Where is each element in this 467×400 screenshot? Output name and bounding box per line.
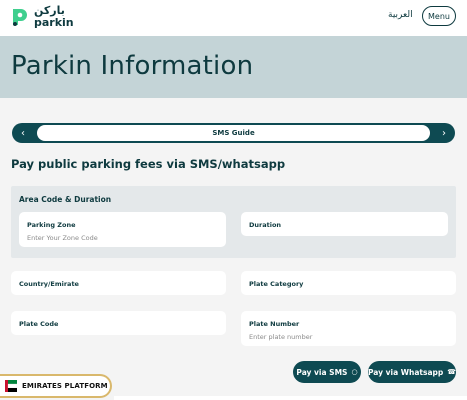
whatsapp-icon: ☎ bbox=[447, 368, 456, 376]
menu-button[interactable]: Menu bbox=[422, 6, 456, 26]
plate-number-label: Plate Number bbox=[249, 320, 300, 328]
pay-via-whatsapp-button[interactable]: Pay via Whatsapp ☎ bbox=[368, 361, 456, 383]
duration-label: Duration bbox=[249, 221, 282, 229]
plate-number-input[interactable] bbox=[249, 333, 429, 341]
emirates-flag-icon bbox=[5, 380, 17, 392]
section-heading: Pay public parking fees via SMS/whatsapp bbox=[11, 157, 286, 171]
tab-sms-guide[interactable]: SMS Guide bbox=[37, 125, 430, 141]
pay-whatsapp-label: Pay via Whatsapp bbox=[368, 367, 444, 377]
chevron-left-icon[interactable]: ‹ bbox=[12, 123, 34, 143]
chevron-right-icon[interactable]: › bbox=[433, 123, 455, 143]
guide-carousel: ‹ SMS Guide › bbox=[12, 123, 455, 143]
language-toggle-link[interactable]: العربية bbox=[388, 10, 413, 20]
parkin-logo[interactable]: باركن parkin bbox=[10, 4, 74, 30]
parking-zone-field: Parking Zone bbox=[19, 212, 226, 247]
site-header: باركن parkin العربية Menu bbox=[0, 0, 467, 36]
emirates-platform-label: EMIRATES PLATFORM bbox=[22, 382, 108, 390]
area-group-title: Area Code & Duration bbox=[19, 195, 112, 204]
logo-english-text: parkin bbox=[34, 16, 74, 29]
sms-icon: ○ bbox=[351, 368, 358, 376]
plate-category-label: Plate Category bbox=[249, 280, 304, 288]
pay-via-sms-button[interactable]: Pay via SMS ○ bbox=[293, 361, 361, 383]
duration-field[interactable]: Duration bbox=[241, 212, 448, 236]
plate-number-field: Plate Number bbox=[241, 311, 456, 346]
pay-sms-label: Pay via SMS bbox=[296, 367, 348, 377]
parking-zone-label: Parking Zone bbox=[27, 221, 76, 229]
footer-strip bbox=[114, 396, 467, 400]
plate-code-field[interactable]: Plate Code bbox=[11, 311, 226, 335]
page-banner: Parkin Information bbox=[0, 36, 467, 98]
emirates-platform-badge[interactable]: EMIRATES PLATFORM bbox=[0, 374, 112, 398]
page-title: Parkin Information bbox=[11, 51, 254, 81]
plate-category-field[interactable]: Plate Category bbox=[241, 271, 456, 295]
country-emirate-field[interactable]: Country/Emirate bbox=[11, 271, 226, 295]
country-emirate-label: Country/Emirate bbox=[19, 280, 79, 288]
plate-code-label: Plate Code bbox=[19, 320, 59, 328]
parkin-logo-icon bbox=[13, 9, 27, 26]
parking-zone-input[interactable] bbox=[27, 234, 207, 242]
